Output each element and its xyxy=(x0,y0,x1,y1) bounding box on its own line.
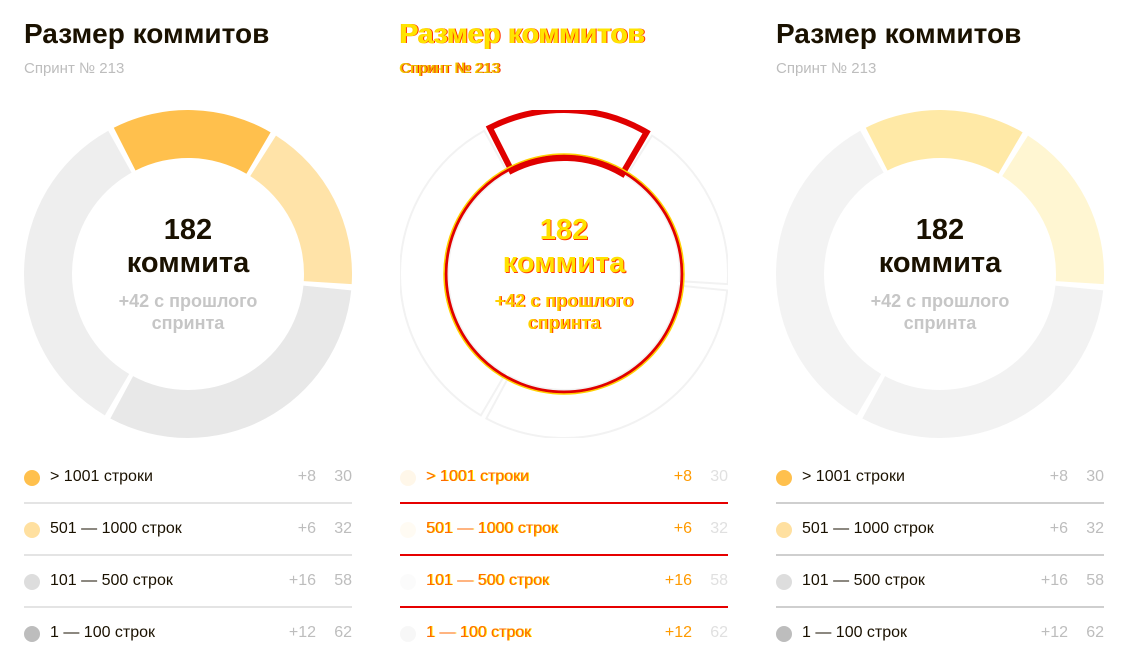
legend-change: +16 xyxy=(1040,572,1068,589)
legend-count: 58 xyxy=(334,572,352,589)
legend-row: 1 — 100 строк +12 62 xyxy=(776,608,1104,660)
legend-row: 1 — 100 строк +12 62 xyxy=(24,608,352,660)
legend-count: 62 xyxy=(334,624,352,641)
commit-size-card: Размер коммитов Спринт № 213 182 коммита… xyxy=(24,0,352,668)
card-title: Размер коммитов xyxy=(776,18,1022,49)
donut-center: 182 коммита +42 с прошлого спринта xyxy=(24,214,352,334)
delta-text: +42 с прошлого спринта xyxy=(118,291,258,333)
total-unit: коммита xyxy=(878,247,1002,279)
legend-dot xyxy=(400,470,416,486)
legend-count: 62 xyxy=(1086,624,1104,641)
legend-count: 30 xyxy=(1086,468,1104,485)
legend-label: 101 — 500 строк xyxy=(50,572,173,589)
donut-segment xyxy=(485,110,651,178)
legend-row: 101 — 500 строк +16 58 xyxy=(776,556,1104,608)
total-unit: коммита xyxy=(126,247,250,279)
legend-change: +6 xyxy=(673,520,692,537)
legend-label: > 1001 строки xyxy=(50,468,153,485)
delta-text: +42 с прошлого спринта xyxy=(870,291,1010,333)
legend-dot xyxy=(400,626,416,642)
legend-label: 1 — 100 строк xyxy=(426,624,532,641)
legend-count: 30 xyxy=(334,468,352,485)
total-commits: 182 xyxy=(539,214,589,246)
legend-row: 1 — 100 строк +12 62 xyxy=(400,608,728,660)
legend-count: 32 xyxy=(334,520,352,537)
legend: > 1001 строки +8 30 501 — 1000 строк +6 … xyxy=(400,452,728,660)
legend-change: +8 xyxy=(297,468,316,485)
legend-label: 101 — 500 строк xyxy=(802,572,925,589)
legend-label: 1 — 100 строк xyxy=(50,624,156,641)
card-title: Размер коммитов xyxy=(24,18,270,49)
commit-size-card-glitched: Размер коммитов Спринт № 213 182 коммита… xyxy=(400,0,728,668)
delta-text: +42 с прошлого спринта xyxy=(494,291,634,333)
legend-count: 30 xyxy=(710,468,728,485)
donut-segment xyxy=(113,110,271,174)
total-commits: 182 xyxy=(163,214,213,246)
legend-count: 32 xyxy=(710,520,728,537)
legend-count: 58 xyxy=(710,572,728,589)
legend-label: 501 — 1000 строк xyxy=(50,520,182,537)
legend-change: +12 xyxy=(664,624,692,641)
legend-label: 501 — 1000 строк xyxy=(802,520,934,537)
legend-dot xyxy=(400,522,416,538)
legend-dot xyxy=(776,626,792,642)
legend-row: 101 — 500 строк +16 58 xyxy=(24,556,352,608)
legend-label: > 1001 строки xyxy=(802,468,905,485)
legend-change: +8 xyxy=(1049,468,1068,485)
legend-dot xyxy=(24,522,40,538)
legend-label: 1 — 100 строк xyxy=(802,624,908,641)
sprint-label: Спринт № 213 xyxy=(776,60,877,77)
legend-change: +16 xyxy=(664,572,692,589)
legend-dot xyxy=(24,626,40,642)
donut-segment xyxy=(865,110,1023,174)
legend-row: 501 — 1000 строк +6 32 xyxy=(24,504,352,556)
legend-row: 501 — 1000 строк +6 32 xyxy=(400,504,728,556)
commit-size-card-light: Размер коммитов Спринт № 213 182 коммита… xyxy=(776,0,1104,668)
donut-center: 182 коммита +42 с прошлого спринта xyxy=(400,214,728,334)
legend-count: 32 xyxy=(1086,520,1104,537)
legend-dot xyxy=(400,574,416,590)
legend-row: > 1001 строки +8 30 xyxy=(24,452,352,504)
legend-change: +12 xyxy=(1040,624,1068,641)
legend-label: > 1001 строки xyxy=(426,468,529,485)
legend-dot xyxy=(776,470,792,486)
legend-change: +6 xyxy=(297,520,316,537)
legend: > 1001 строки +8 30 501 — 1000 строк +6 … xyxy=(24,452,352,660)
legend-dot xyxy=(776,574,792,590)
legend-label: 101 — 500 строк xyxy=(426,572,549,589)
legend-dot xyxy=(776,522,792,538)
sprint-label: Спринт № 213 xyxy=(24,60,125,77)
legend-row: 101 — 500 строк +16 58 xyxy=(400,556,728,608)
legend-change: +6 xyxy=(1049,520,1068,537)
legend-row: > 1001 строки +8 30 xyxy=(776,452,1104,504)
legend: > 1001 строки +8 30 501 — 1000 строк +6 … xyxy=(776,452,1104,660)
legend-label: 501 — 1000 строк xyxy=(426,520,558,537)
legend-row: 501 — 1000 строк +6 32 xyxy=(776,504,1104,556)
legend-dot xyxy=(24,574,40,590)
total-unit: коммита xyxy=(502,247,626,279)
legend-count: 58 xyxy=(1086,572,1104,589)
legend-change: +16 xyxy=(288,572,316,589)
sprint-label: Спринт № 213 xyxy=(400,60,501,77)
card-title: Размер коммитов xyxy=(400,18,646,49)
donut-center: 182 коммита +42 с прошлого спринта xyxy=(776,214,1104,334)
legend-row: > 1001 строки +8 30 xyxy=(400,452,728,504)
legend-dot xyxy=(24,470,40,486)
legend-count: 62 xyxy=(710,624,728,641)
legend-change: +12 xyxy=(288,624,316,641)
total-commits: 182 xyxy=(915,214,965,246)
legend-change: +8 xyxy=(673,468,692,485)
